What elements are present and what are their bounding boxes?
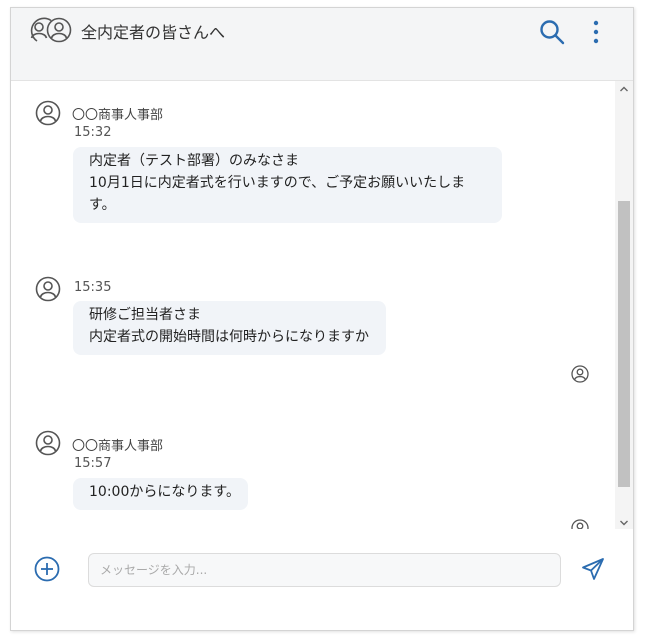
chat-window: 全内定者の皆さんへ 〇〇商事人事部 15:32 内定者（テスト部署）のみなさま (10, 7, 634, 631)
message-bubble: 内定者（テスト部署）のみなさま 10月1日に内定者式を行いますので、ご予定お願い… (73, 147, 502, 223)
message-list: 〇〇商事人事部 15:32 内定者（テスト部署）のみなさま 10月1日に内定者式… (11, 81, 615, 529)
message-line: 内定者式の開始時間は何時からになりますか (89, 329, 369, 345)
read-receipt-avatar-icon (571, 519, 589, 529)
group-icon (27, 16, 75, 44)
scroll-down-arrow-icon[interactable] (615, 515, 633, 529)
message-sender: 〇〇商事人事部 (72, 108, 164, 123)
chat-header: 全内定者の皆さんへ (11, 8, 633, 81)
message-composer (11, 529, 633, 630)
scrollbar[interactable] (615, 81, 633, 529)
message-line: 内定者（テスト部署）のみなさま (89, 153, 299, 169)
message-time: 15:32 (74, 125, 112, 140)
send-icon[interactable] (581, 557, 605, 581)
read-receipt-avatar-icon (571, 365, 589, 383)
scrollbar-thumb[interactable] (618, 201, 630, 487)
message-sender: 〇〇商事人事部 (72, 439, 164, 454)
message-time: 15:57 (74, 456, 112, 471)
chat-title: 全内定者の皆さんへ (81, 23, 226, 42)
message-line: 10月1日に内定者式を行いますので、ご予定お願いいたしま (89, 175, 466, 191)
plus-circle-icon[interactable] (34, 556, 60, 582)
message-bubble: 10:00からになります。 (73, 478, 248, 510)
message-bubble: 研修ご担当者さま 内定者式の開始時間は何時からになりますか (73, 301, 386, 355)
avatar-icon (35, 276, 61, 302)
avatar-icon (35, 430, 61, 456)
more-vertical-icon[interactable] (586, 18, 606, 46)
message-time: 15:35 (74, 280, 112, 295)
message-input[interactable] (88, 553, 561, 587)
scroll-up-arrow-icon[interactable] (615, 81, 633, 95)
message-line: 10:00からになります。 (89, 484, 240, 500)
search-icon[interactable] (539, 19, 565, 45)
message-line: す。 (89, 197, 116, 213)
avatar-icon (35, 100, 61, 126)
message-line: 研修ご担当者さま (89, 307, 201, 323)
